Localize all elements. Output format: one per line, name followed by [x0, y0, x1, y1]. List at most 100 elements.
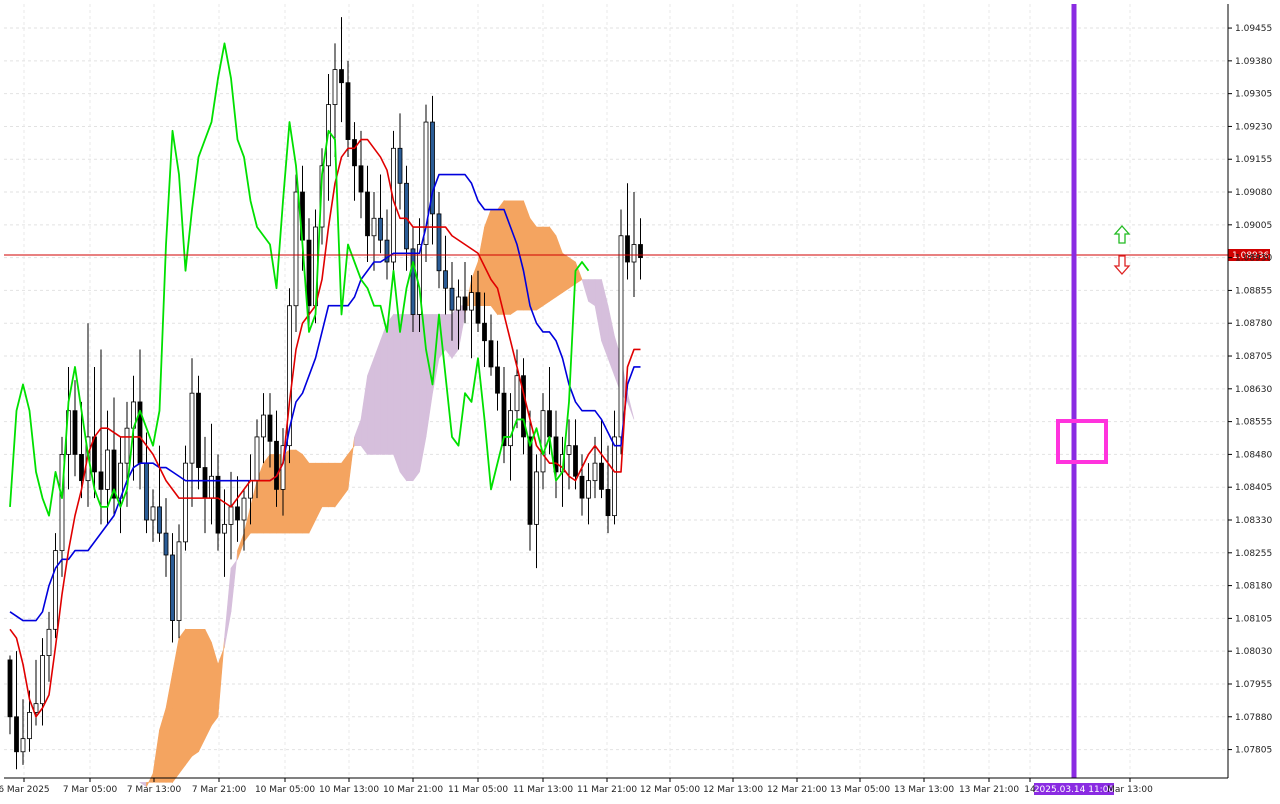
candle-body [586, 480, 591, 499]
candle-body [189, 392, 195, 464]
candle-body [625, 235, 630, 263]
cloud-segment-bull [321, 462, 329, 508]
cloud-segment-bull [263, 453, 271, 534]
x-tick-label: 12 Mar 05:00 [640, 785, 700, 795]
candle-body [527, 436, 533, 525]
y-tick-label: 1.08180 [1235, 582, 1272, 592]
candle-body [183, 462, 188, 543]
y-tick-label: 1.07880 [1235, 713, 1272, 723]
candle-body [176, 541, 182, 621]
cloud-segment-bull [562, 252, 570, 294]
candle-body [228, 506, 234, 525]
candle-body [215, 475, 221, 534]
cloud-segment-bear [588, 279, 596, 307]
candle-body [547, 410, 552, 438]
x-tick-label: 12 Mar 13:00 [703, 785, 763, 795]
x-tick-label: 13 Mar 13:00 [894, 785, 954, 795]
cloud-segment-bull [185, 629, 193, 766]
cloud-segment-bull [204, 629, 212, 739]
candle-body [339, 69, 344, 84]
candle-body [469, 292, 474, 311]
candle-body [163, 532, 169, 556]
cloud-segment-bull [510, 200, 518, 316]
y-tick-label: 1.08480 [1235, 450, 1272, 460]
x-tick-label: Mar 13:00 [1107, 785, 1153, 795]
y-tick-label: 1.09155 [1235, 155, 1272, 165]
cloud-segment-bull [178, 628, 186, 775]
candle-body [358, 165, 364, 193]
y-tick-label: 1.09455 [1235, 24, 1272, 34]
time-marker-label: 2025.03.14 11:00 [1034, 783, 1114, 795]
candle-body [7, 659, 13, 718]
candle-body [72, 410, 78, 455]
y-tick-label: 1.08930 [1235, 254, 1272, 264]
x-tick-label: 13 Mar 05:00 [830, 785, 890, 795]
cloud-segment-bull [295, 449, 303, 534]
cloud-segment-bear [367, 358, 375, 455]
y-tick-label: 1.08030 [1235, 647, 1272, 657]
cloud-segment-bull [542, 226, 550, 307]
candle-body [592, 462, 598, 482]
y-tick-label: 1.09080 [1235, 188, 1272, 198]
candle-body [573, 445, 578, 477]
cloud-segment-bear [386, 313, 394, 455]
candle-body [14, 716, 19, 753]
candle-body [98, 471, 104, 490]
candle-body [371, 217, 377, 237]
x-tick-label: 7 Mar 13:00 [127, 785, 182, 795]
candle-body [566, 445, 572, 455]
candle-body [345, 82, 351, 140]
x-tick-label: 7 Mar 21:00 [192, 785, 247, 795]
candle-body [235, 506, 240, 521]
x-tick-label: 11 Mar 21:00 [577, 785, 637, 795]
y-tick-label: 1.08780 [1235, 319, 1272, 329]
ichimoku-chart[interactable]: 1.08936 2025.03.14 11:00 1.09455 1.09380 1.… [0, 0, 1280, 800]
candle-body [365, 191, 370, 237]
candle-body [475, 292, 481, 324]
x-tick-label: 10 Mar 21:00 [383, 785, 443, 795]
y-tick-label: 1.07805 [1235, 746, 1272, 756]
cloud-segment-bear [406, 314, 414, 481]
cloud-segment-bull [308, 462, 316, 534]
candle-body [488, 340, 494, 368]
cloud-segment-bear [373, 340, 381, 455]
candle[interactable] [618, 209, 624, 455]
y-tick-label: 1.09380 [1235, 57, 1272, 67]
candle-body [378, 217, 383, 241]
candle-body [534, 471, 539, 525]
cloud-segment-bull [191, 629, 199, 757]
candle-body [612, 436, 617, 517]
candle-body [170, 554, 175, 621]
candle-body [436, 213, 442, 272]
candle[interactable] [423, 104, 429, 262]
candle-body [495, 366, 500, 394]
y-tick-label: 1.08405 [1235, 483, 1272, 493]
candle-body [449, 287, 455, 311]
y-tick-label: 1.08255 [1235, 549, 1272, 559]
x-tick-label: 11 Mar 13:00 [513, 785, 573, 795]
candle-body [293, 191, 299, 307]
cloud-segment-bull [302, 453, 310, 534]
candle-body [241, 497, 247, 521]
candle-body [306, 239, 312, 307]
candle-body [105, 449, 110, 490]
candle-body [150, 506, 156, 521]
cloud-segment-bull [198, 629, 206, 752]
y-tick-label: 1.08705 [1235, 352, 1272, 362]
chart-svg[interactable]: 1.089362025.03.14 11:00 1.094551.093801.… [0, 0, 1280, 800]
candle-body [404, 182, 409, 250]
candle-body [261, 414, 266, 438]
candle-body [352, 139, 357, 167]
candle-body [40, 655, 45, 705]
candle-body [274, 440, 279, 490]
cloud-segment-bull [484, 209, 492, 307]
candle-body [540, 410, 546, 473]
candle-body [482, 322, 487, 342]
cloud-segment-bull [490, 209, 498, 316]
cloud-segment-bear [412, 314, 420, 482]
candle-body [631, 244, 637, 263]
cloud-segment-bull [529, 217, 537, 311]
candle-body [462, 296, 468, 311]
x-tick-label: 11 Mar 05:00 [448, 785, 508, 795]
candle-body [332, 69, 338, 105]
